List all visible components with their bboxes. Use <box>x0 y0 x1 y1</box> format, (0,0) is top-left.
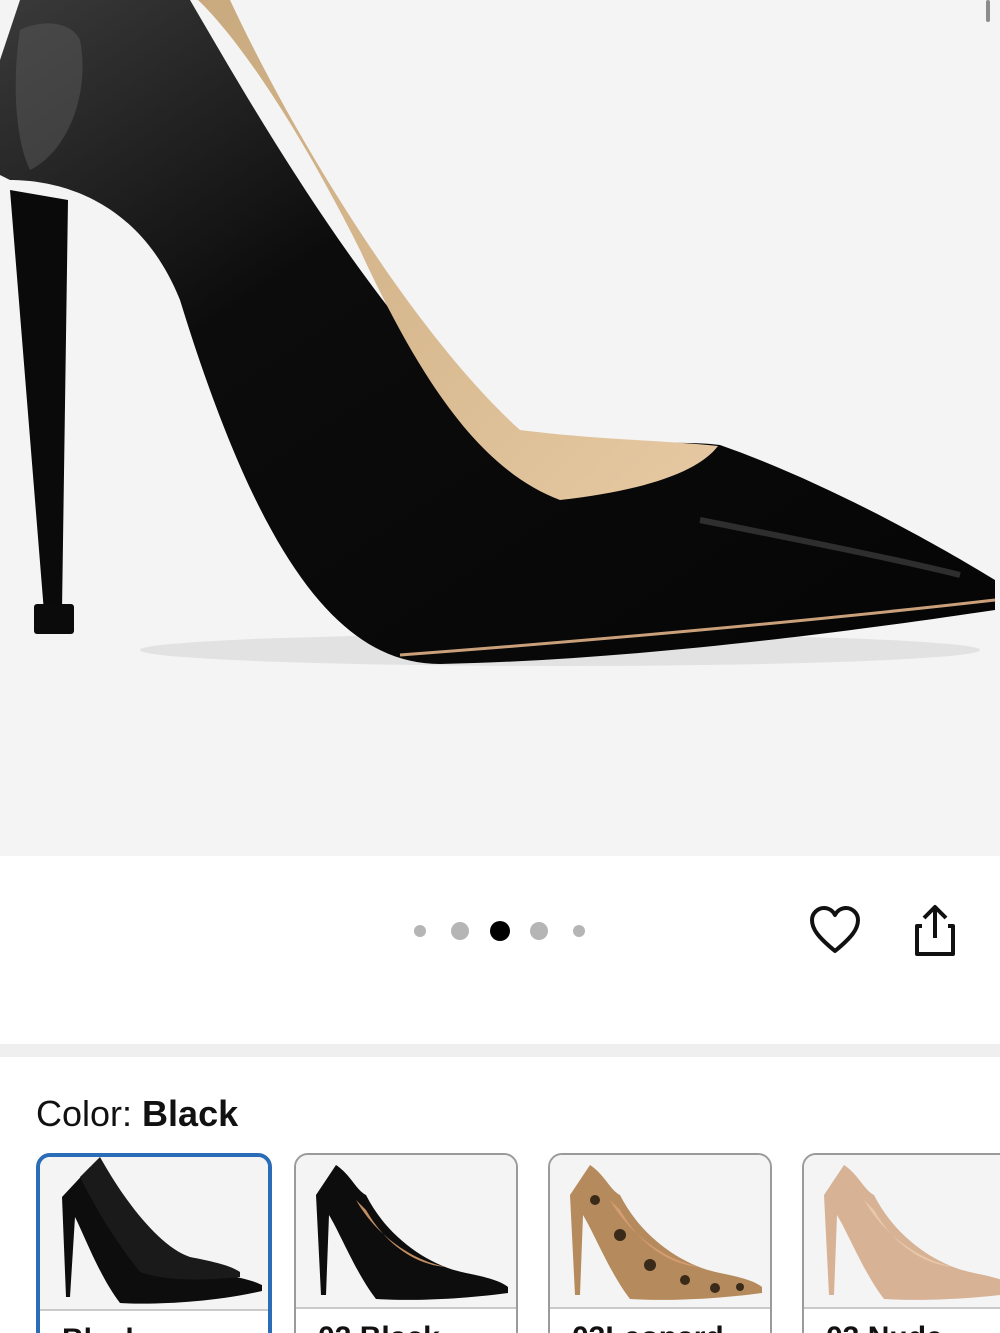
swatch-image <box>296 1155 516 1307</box>
scroll-indicator <box>986 0 990 22</box>
color-selector: Color: Black Black <box>0 1057 1000 1333</box>
swatch-image <box>804 1155 1000 1307</box>
color-label-text: Color: <box>36 1093 133 1134</box>
product-image-carousel[interactable] <box>0 0 1000 856</box>
swatch-separator <box>40 1309 268 1311</box>
product-image <box>0 0 996 666</box>
product-page: Color: Black Black <box>0 0 1000 1333</box>
page-dot-5[interactable] <box>573 925 585 937</box>
swatch-name: 02 Black <box>318 1321 440 1333</box>
swatch-03-nude[interactable]: 03 Nude <box>802 1153 1000 1333</box>
page-dot-1[interactable] <box>414 925 426 937</box>
swatch-separator <box>550 1307 770 1309</box>
page-dot-2[interactable] <box>451 922 469 940</box>
swatch-name: 03Leopard <box>572 1321 724 1333</box>
color-label: Color: Black <box>36 1093 238 1135</box>
swatch-image <box>550 1155 770 1307</box>
page-dot-3-active[interactable] <box>490 921 510 941</box>
swatch-name: 03 Nude <box>826 1321 943 1333</box>
swatch-image <box>40 1157 268 1309</box>
swatch-black[interactable]: Black <box>36 1153 272 1333</box>
share-icon[interactable] <box>912 904 958 958</box>
swatch-separator <box>804 1307 1000 1309</box>
selected-color-value: Black <box>142 1093 239 1134</box>
swatch-separator <box>296 1307 516 1309</box>
heart-icon[interactable] <box>808 904 862 958</box>
swatch-name: Black <box>62 1323 142 1333</box>
swatch-02-black[interactable]: 02 Black <box>294 1153 518 1333</box>
swatch-03-leopard[interactable]: 03Leopard <box>548 1153 772 1333</box>
page-dot-4[interactable] <box>530 922 548 940</box>
gallery-controls <box>0 856 1000 1044</box>
section-divider <box>0 1044 1000 1057</box>
